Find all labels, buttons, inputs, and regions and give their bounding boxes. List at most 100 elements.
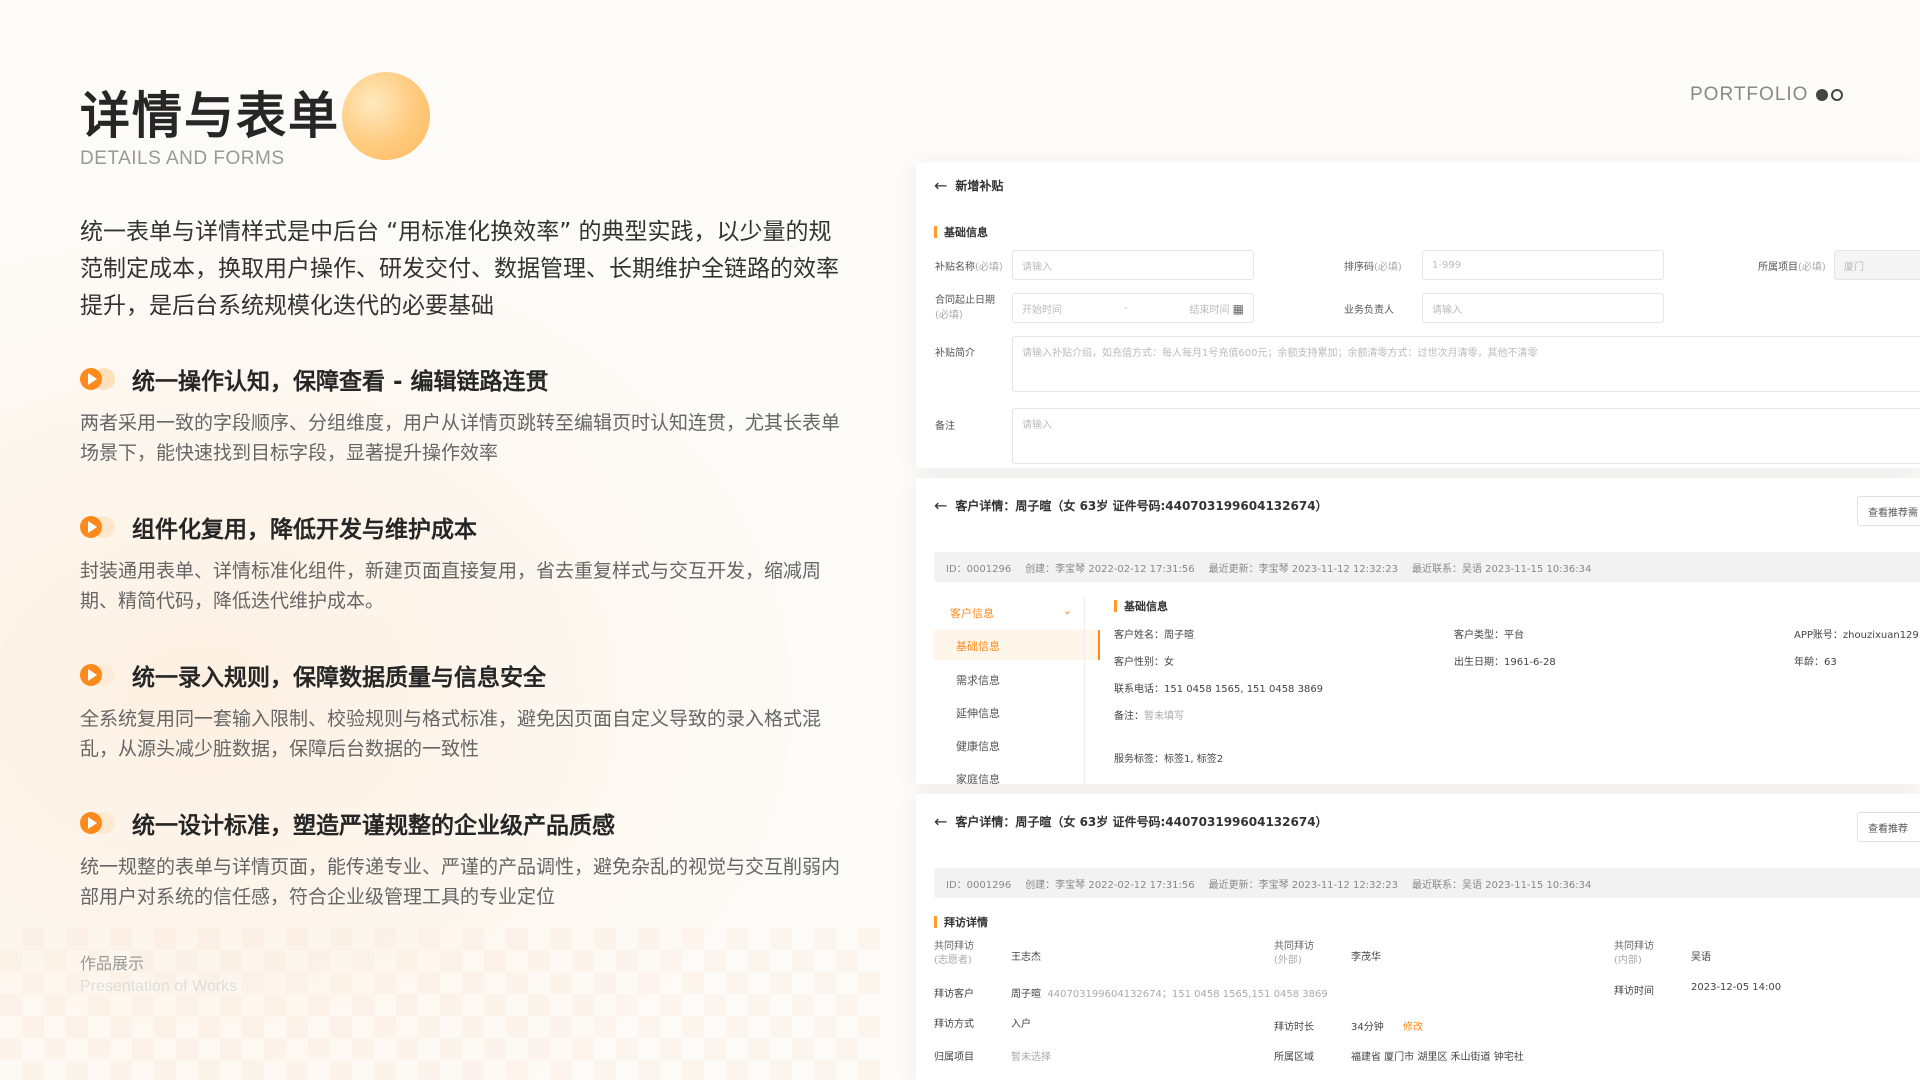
- point-2: 组件化复用，降低开发与维护成本 封装通用表单、详情标准化组件，新建页面直接复用，…: [80, 510, 850, 616]
- date-range-input[interactable]: 开始时间 - 结束时间 ▦: [1012, 293, 1254, 323]
- title-decoration-circle: [342, 72, 430, 160]
- back-arrow-icon[interactable]: ←: [934, 812, 947, 831]
- remark-label: 备注: [935, 421, 955, 432]
- sort-label: 排序码(必填): [1344, 262, 1402, 273]
- visit-project-label: 归属项目: [934, 1052, 974, 1063]
- page-dot-active[interactable]: [1816, 89, 1829, 101]
- date-end-wrap: 结束时间 ▦: [1189, 301, 1244, 316]
- point-4: 统一设计标准，塑造严谨规整的企业级产品质感 统一规整的表单与详情页面，能传递专业…: [80, 806, 850, 912]
- meta-bar: ID：0001296 创建：李宝琴 2022-02-12 17:31:56 最近…: [934, 868, 1920, 898]
- co-visit-volunteer-label: 共同拜访 (志愿者): [934, 941, 974, 966]
- intro-label: 补贴简介: [935, 348, 975, 359]
- sort-input[interactable]: 1-999: [1422, 250, 1664, 280]
- side-item-basic[interactable]: 基础信息: [934, 630, 1100, 660]
- visit-panel: ← 客户详情：周子暄（女 63岁 证件号码:440703199604132674…: [916, 794, 1920, 1080]
- visit-area-label: 所属区域: [1274, 1052, 1314, 1063]
- play-bullet-icon: [80, 661, 120, 689]
- field-app: APP账号：zhouzixuan129: [1794, 630, 1919, 641]
- side-group-customer[interactable]: 客户信息 ⌄: [950, 604, 1072, 621]
- visit-duration-value: 34分钟: [1351, 1022, 1384, 1033]
- back-arrow-icon[interactable]: ←: [934, 496, 947, 515]
- detail-section-label: 基础信息: [1124, 600, 1168, 613]
- point-body: 统一规整的表单与详情页面，能传递专业、严谨的产品调性，避免杂乱的视觉与交互削弱内…: [80, 856, 841, 908]
- side-item-demand[interactable]: 需求信息: [956, 672, 1000, 688]
- field-birth: 出生日期：1961-6-28: [1454, 657, 1556, 668]
- meta-updated: 最近更新：李宝琴 2023-11-12 12:32:23: [1208, 563, 1398, 575]
- visit-time-value: 2023-12-05 14:00: [1691, 982, 1782, 993]
- form-header-title: 新增补贴: [955, 179, 1004, 193]
- form-header: ← 新增补贴: [934, 176, 1003, 195]
- page-subtitle: DETAILS AND FORMS: [80, 148, 285, 169]
- intro-textarea[interactable]: 请输入补贴介绍，如充值方式：每人每月1号充值600元；余额支持累加；余额清零方式…: [1012, 336, 1920, 392]
- co-visit-external-value: 李茂华: [1351, 952, 1381, 963]
- visit-customer-label: 拜访客户: [934, 989, 974, 1000]
- point-1: 统一操作认知，保障查看 - 编辑链路连贯 两者采用一致的字段顺序、分组维度，用户…: [80, 362, 850, 468]
- visit-customer-value: 周子暄 440703199604132674；151 0458 1565,151…: [1011, 989, 1328, 1000]
- visit-time-label: 拜访时间: [1614, 986, 1654, 997]
- visit-section-label: 拜访详情: [944, 916, 988, 929]
- point-title: 统一操作认知，保障查看 - 编辑链路连贯: [132, 369, 549, 395]
- section-marker: [934, 226, 937, 238]
- side-divider: [1084, 596, 1085, 784]
- co-visit-volunteer-value: 王志杰: [1011, 952, 1041, 963]
- visit-mode-value: 入户: [1011, 1019, 1031, 1030]
- co-visit-internal-label: 共同拜访 (内部): [1614, 941, 1654, 966]
- edit-duration-link[interactable]: 修改: [1403, 1018, 1423, 1033]
- page-dots: [1816, 89, 1844, 101]
- section-marker: [1114, 600, 1117, 612]
- detail-header: ← 客户详情：周子暄（女 63岁 证件号码:440703199604132674…: [934, 496, 1328, 515]
- field-remark: 备注：暂未填写: [1114, 711, 1184, 722]
- point-body: 全系统复用同一套输入限制、校验规则与格式标准，避免因页面自定义导致的录入格式混乱…: [80, 708, 822, 760]
- view-recommend-button[interactable]: 查看推荐: [1857, 812, 1920, 842]
- portfolio-label: PORTFOLIO: [1690, 84, 1809, 105]
- point-3: 统一录入规则，保障数据质量与信息安全 全系统复用同一套输入限制、校验规则与格式标…: [80, 658, 850, 764]
- remark-textarea[interactable]: 请输入: [1012, 408, 1920, 464]
- works-title: 作品展示: [80, 954, 145, 973]
- meta-contact: 最近联系：吴语 2023-11-15 10:36:34: [1411, 563, 1592, 575]
- owner-input[interactable]: 请输入: [1422, 293, 1664, 323]
- intro-paragraph: 统一表单与详情样式是中后台 “用标准化换效率” 的典型实践，以少量的规范制定成本…: [80, 219, 839, 319]
- view-recommend-button[interactable]: 查看推荐需: [1857, 496, 1920, 526]
- date-label: 合同起止日期 (必填): [935, 295, 995, 321]
- play-bullet-icon: [80, 513, 120, 541]
- calendar-icon: ▦: [1232, 301, 1244, 316]
- visit-area-value: 福建省 厦门市 湖里区 禾山街道 钟宅社: [1351, 1052, 1524, 1063]
- visit-header-title: 客户详情：周子暄（女 63岁 证件号码:440703199604132674）: [955, 815, 1328, 829]
- meta-id: ID：0001296: [946, 563, 1012, 575]
- form-section-label: 基础信息: [944, 226, 988, 239]
- section-marker: [934, 916, 937, 928]
- side-item-extend[interactable]: 延伸信息: [956, 705, 1000, 721]
- project-label: 所属项目(必填): [1758, 262, 1826, 273]
- visit-project-value: 暂未选择: [1011, 1052, 1051, 1063]
- date-end: 结束时间: [1189, 304, 1230, 316]
- chevron-down-icon: ⌄: [1062, 604, 1072, 617]
- meta-created: 创建：李宝琴 2022-02-12 17:31:56: [1025, 563, 1195, 575]
- meta-contact: 最近联系：吴语 2023-11-15 10:36:34: [1411, 879, 1592, 891]
- date-sep: -: [1123, 302, 1128, 314]
- point-title: 统一录入规则，保障数据质量与信息安全: [132, 665, 546, 691]
- side-item-health[interactable]: 健康信息: [956, 738, 1000, 754]
- form-section-title: 基础信息: [934, 224, 988, 240]
- title-block: 详情与表单: [80, 72, 430, 160]
- detail-section-title: 基础信息: [1114, 598, 1168, 614]
- field-gender: 客户性别：女: [1114, 657, 1174, 668]
- side-item-family[interactable]: 家庭信息: [956, 771, 1000, 784]
- play-bullet-icon: [80, 809, 120, 837]
- page-dot-inactive[interactable]: [1831, 89, 1844, 101]
- portfolio-indicator: PORTFOLIO: [1690, 84, 1844, 106]
- field-age: 年龄：63: [1794, 657, 1837, 668]
- visit-header: ← 客户详情：周子暄（女 63岁 证件号码:440703199604132674…: [934, 812, 1328, 831]
- co-visit-external-label: 共同拜访 (外部): [1274, 941, 1314, 966]
- field-phone: 联系电话：151 0458 1565, 151 0458 3869: [1114, 684, 1324, 695]
- name-input[interactable]: 请输入: [1012, 250, 1254, 280]
- meta-updated: 最近更新：李宝琴 2023-11-12 12:32:23: [1208, 879, 1398, 891]
- project-select[interactable]: 厦门: [1834, 250, 1920, 280]
- field-tags: 服务标签：标签1, 标签2: [1114, 754, 1224, 765]
- field-type: 客户类型：平台: [1454, 630, 1524, 641]
- back-arrow-icon[interactable]: ←: [934, 176, 947, 195]
- point-body: 两者采用一致的字段顺序、分组维度，用户从详情页跳转至编辑页时认知连贯，尤其长表单…: [80, 412, 841, 464]
- point-title: 组件化复用，降低开发与维护成本: [132, 517, 477, 543]
- detail-header-title: 客户详情：周子暄（女 63岁 证件号码:440703199604132674）: [955, 499, 1328, 513]
- owner-label: 业务负责人: [1344, 305, 1394, 316]
- point-body: 封装通用表单、详情标准化组件，新建页面直接复用，省去重复样式与交互开发，缩减周期…: [80, 560, 822, 612]
